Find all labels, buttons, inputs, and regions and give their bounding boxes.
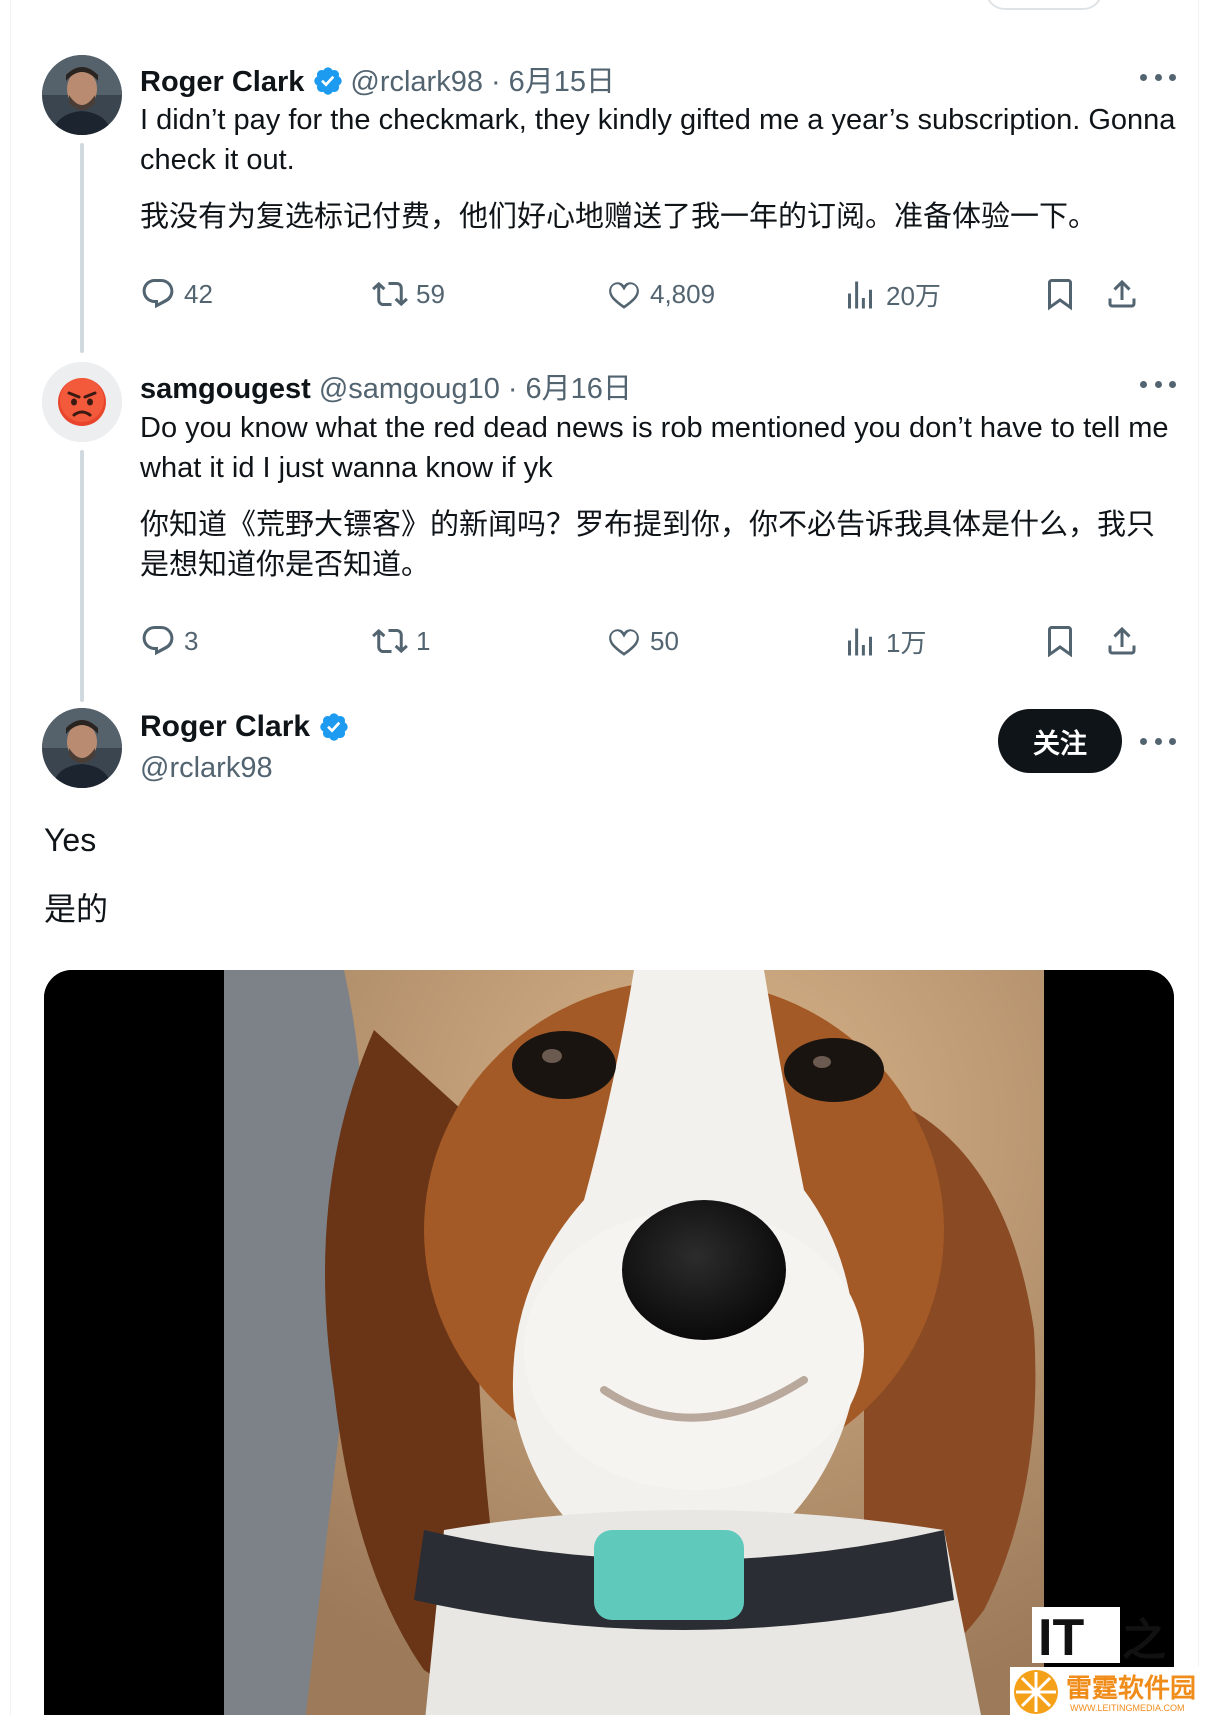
like-button[interactable]: 4,809	[606, 276, 715, 312]
heart-icon	[609, 629, 639, 656]
svg-text:IT: IT	[1038, 1609, 1084, 1667]
main-tweet-translation: 是的	[44, 890, 109, 928]
views-button[interactable]: 1万	[842, 623, 926, 660]
author-name[interactable]: samgougest	[140, 373, 311, 406]
svg-text:WWW.LEITINGMEDIA.COM: WWW.LEITINGMEDIA.COM	[1070, 1703, 1185, 1713]
views-count: 20万	[886, 281, 941, 311]
reply-button[interactable]: 42	[140, 276, 213, 312]
reply-bubble-icon	[142, 626, 174, 656]
timeline-left-border	[10, 0, 11, 1715]
thread-connector-line	[80, 143, 84, 353]
watermark-logo: IT 之 雷霆软件园 WWW.LEITINGMEDIA.COM	[1010, 1605, 1208, 1715]
tweet-date[interactable]: 6月15日	[509, 58, 615, 100]
share-upload-icon	[1108, 626, 1136, 655]
verified-badge-icon	[312, 65, 344, 97]
bar-chart-icon	[848, 628, 872, 655]
repost-count: 1	[416, 625, 431, 656]
author-name[interactable]: Roger Clark	[140, 66, 304, 99]
like-count: 50	[650, 625, 679, 656]
repost-count: 59	[416, 278, 445, 309]
tweet-header: samgougest @samgoug10 · 6月16日	[140, 365, 632, 407]
author-handle[interactable]: @rclark98	[140, 752, 273, 785]
bookmark-button[interactable]	[1042, 276, 1086, 312]
views-button[interactable]: 20万	[842, 276, 941, 313]
bookmark-button[interactable]	[1042, 623, 1086, 659]
reply-count: 3	[184, 625, 199, 656]
tweet-date[interactable]: 6月16日	[526, 365, 632, 407]
meta-separator: ·	[507, 373, 518, 405]
svg-text:之: 之	[1122, 1615, 1166, 1666]
author-handle[interactable]: @samgoug10	[319, 373, 500, 406]
repost-button[interactable]: 59	[372, 276, 445, 312]
bookmark-icon	[1048, 626, 1072, 658]
share-upload-icon	[1108, 279, 1136, 308]
tweet-actions: 3 1 50 1万	[140, 623, 1180, 667]
avatar-roger-clark[interactable]	[42, 708, 122, 788]
follow-button[interactable]: 关注	[998, 709, 1122, 773]
repost-arrows-icon	[372, 628, 408, 654]
svg-text:雷霆软件园: 雷霆软件园	[1066, 1674, 1196, 1704]
timeline-right-border	[1198, 0, 1199, 1715]
reply-bubble-icon	[142, 279, 174, 309]
beagle-photo	[44, 970, 1174, 1715]
tweet-header: Roger Clark @rclark98 · 6月15日	[140, 58, 615, 100]
tweet-translation: 你知道《荒野大镖客》的新闻吗？罗布提到你，你不必告诉我具体是什么，我只是想知道你…	[140, 507, 1156, 581]
reply-count: 42	[184, 278, 213, 309]
views-count: 1万	[886, 628, 927, 658]
reply-button[interactable]: 3	[140, 623, 198, 659]
like-button[interactable]: 50	[606, 623, 679, 659]
meta-separator: ·	[490, 66, 501, 98]
main-author-row: Roger Clark	[140, 710, 356, 744]
avatar-roger-clark[interactable]	[42, 55, 122, 135]
author-handle[interactable]: @rclark98	[350, 66, 483, 99]
avatar-samgougest[interactable]	[42, 362, 122, 442]
verified-badge-icon	[318, 711, 350, 743]
heart-icon	[609, 282, 639, 309]
top-pill-button[interactable]	[985, 0, 1103, 10]
tweet-actions: 42 59 4,809 20万	[140, 276, 1180, 320]
share-button[interactable]	[1104, 276, 1148, 312]
more-dots-icon[interactable]	[1140, 369, 1176, 399]
thread-connector-line	[80, 450, 84, 702]
more-dots-icon[interactable]	[1140, 726, 1176, 756]
author-name[interactable]: Roger Clark	[140, 710, 310, 744]
tweet-text: I didn’t pay for the checkmark, they kin…	[140, 104, 1176, 176]
tweet-text: Do you know what the red dead news is ro…	[140, 412, 1169, 484]
angry-face-icon	[42, 362, 122, 442]
more-dots-icon[interactable]	[1140, 62, 1176, 92]
tweet-media-image[interactable]	[44, 970, 1174, 1715]
repost-arrows-icon	[372, 281, 408, 307]
tweet-translation: 我没有为复选标记付费，他们好心地赠送了我一年的订阅。准备体验一下。	[140, 199, 1098, 233]
bar-chart-icon	[848, 281, 872, 308]
main-tweet-text: Yes	[44, 822, 97, 858]
repost-button[interactable]: 1	[372, 623, 430, 659]
bookmark-icon	[1048, 279, 1072, 311]
like-count: 4,809	[650, 278, 716, 309]
share-button[interactable]	[1104, 623, 1148, 659]
